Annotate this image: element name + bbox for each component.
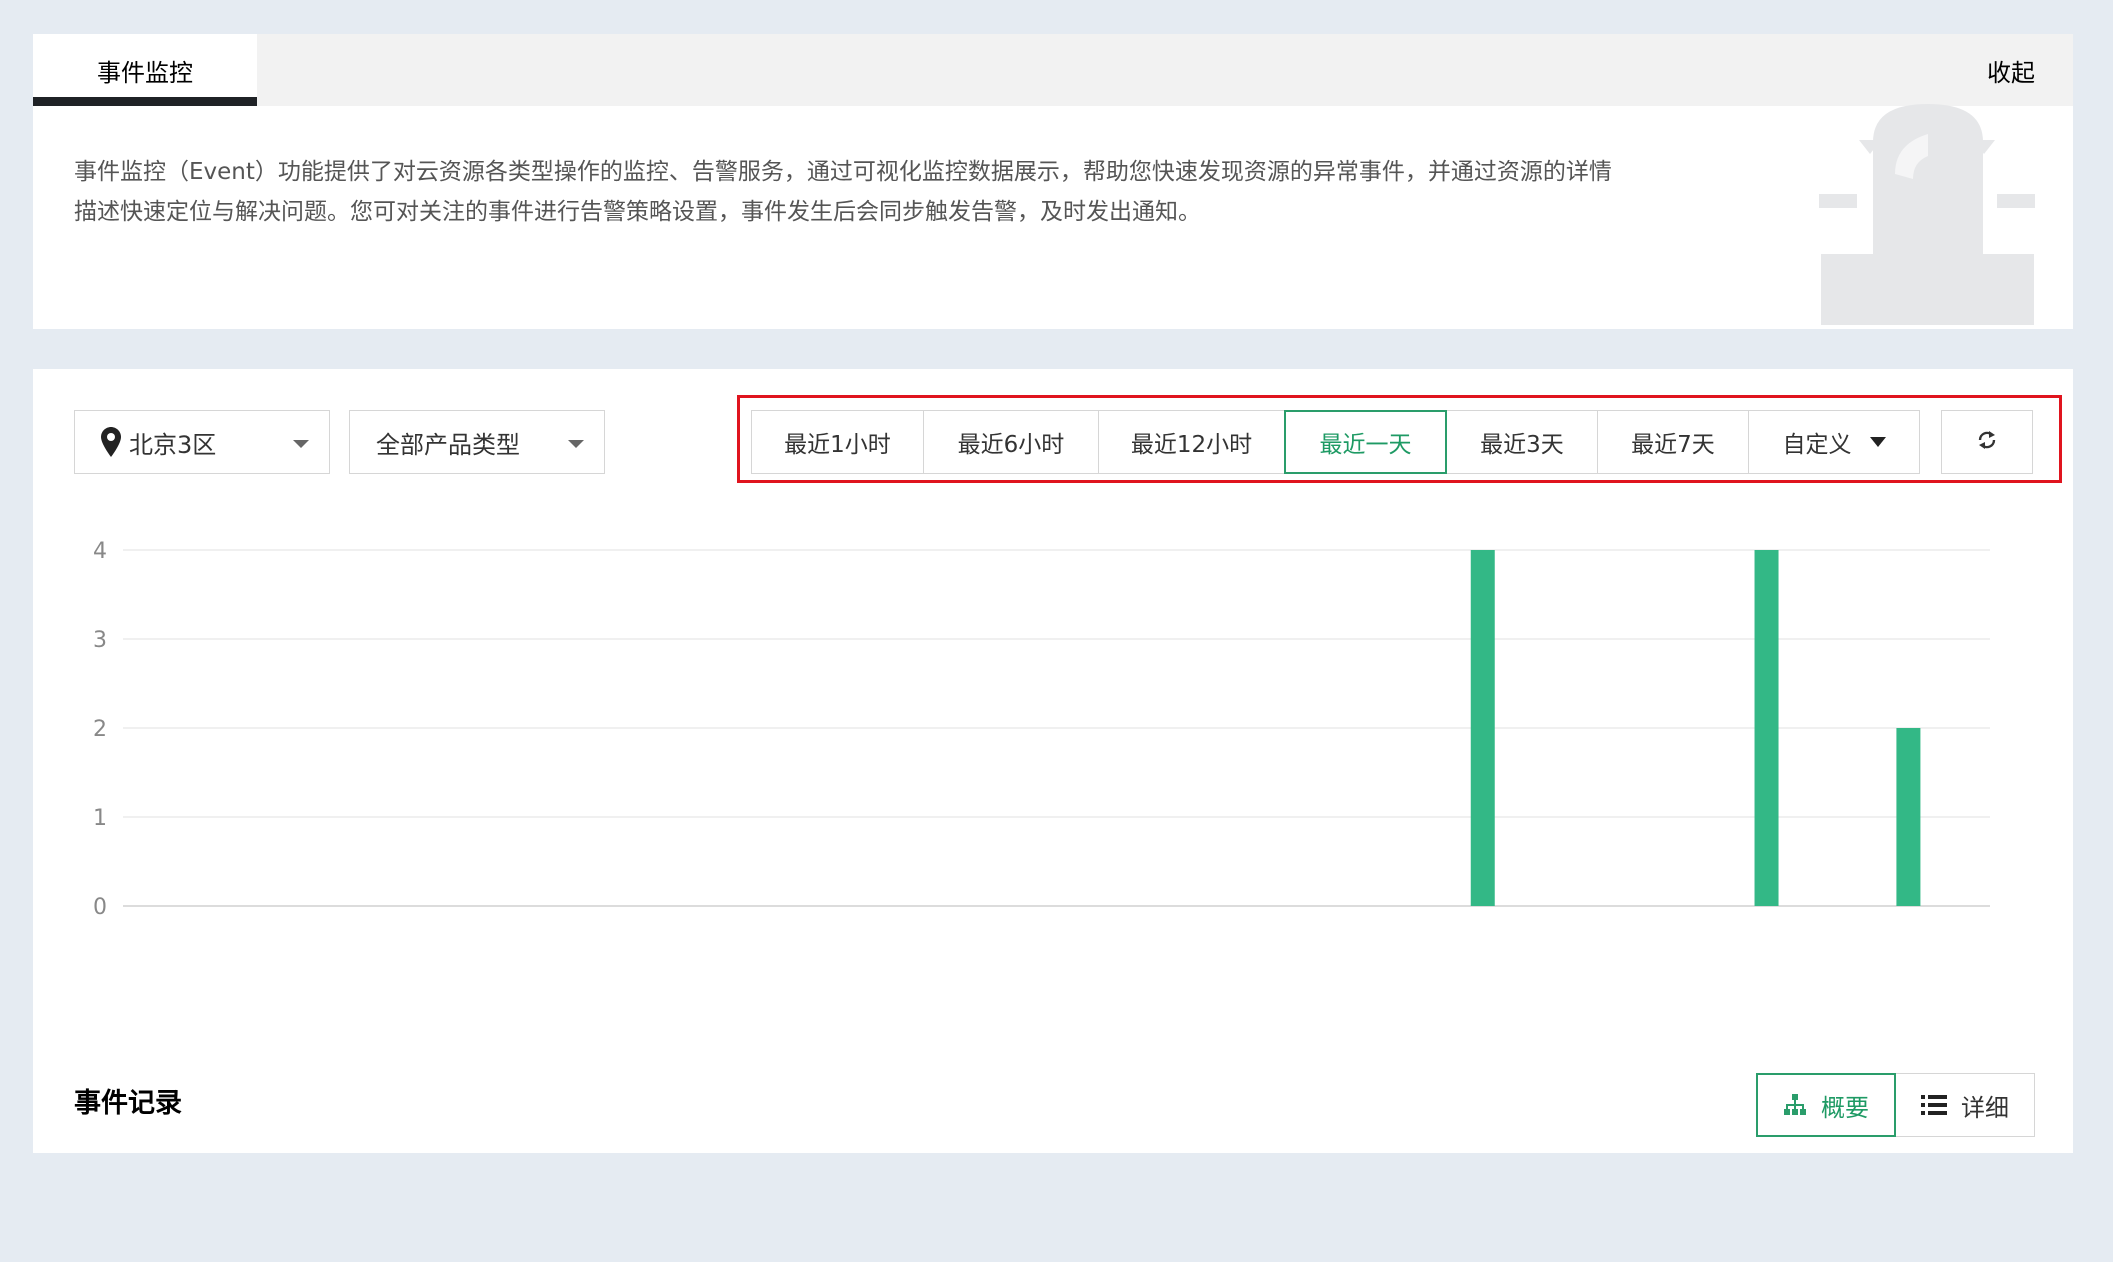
range-1d-button[interactable]: 最近一天	[1284, 410, 1447, 474]
map-pin-icon	[101, 427, 121, 457]
description-line-2: 描述快速定位与解决问题。您可对关注的事件进行告警策略设置，事件发生后会同步触发告…	[74, 199, 1201, 225]
range-6h-button[interactable]: 最近6小时	[923, 410, 1099, 474]
chart-bar	[1470, 550, 1495, 906]
refresh-icon	[1976, 429, 1998, 455]
refresh-button[interactable]	[1941, 410, 2033, 474]
alarm-light-icon	[1783, 104, 2043, 333]
summary-view-button[interactable]: 概要	[1756, 1073, 1896, 1137]
sitemap-icon	[1783, 1094, 1807, 1116]
range-label: 最近6小时	[957, 432, 1065, 458]
range-7d-button[interactable]: 最近7天	[1597, 410, 1749, 474]
collapse-button[interactable]: 收起	[1987, 34, 2035, 106]
list-icon	[1921, 1095, 1947, 1115]
y-tick-label: 1	[93, 806, 107, 831]
tab-event-monitor[interactable]: 事件监控	[33, 34, 257, 106]
description-line-1: 事件监控（Event）功能提供了对云资源各类型操作的监控、告警服务，通过可视化监…	[74, 159, 1612, 185]
range-custom-dropdown[interactable]: 自定义	[1748, 410, 1920, 474]
detail-label: 详细	[1961, 1093, 2009, 1122]
chevron-down-icon	[293, 440, 309, 448]
intro-description: 事件监控（Event）功能提供了对云资源各类型操作的监控、告警服务，通过可视化监…	[74, 152, 1774, 232]
summary-label: 概要	[1821, 1093, 1869, 1122]
range-label: 自定义	[1782, 432, 1852, 458]
records-title: 事件记录	[74, 1088, 182, 1119]
range-label: 最近3天	[1480, 432, 1564, 458]
chart-bar	[1896, 728, 1921, 906]
chevron-down-icon	[568, 440, 584, 448]
range-1h-button[interactable]: 最近1小时	[751, 410, 924, 474]
intro-card: 事件监控 收起 事件监控（Event）功能提供了对云资源各类型操作的监控、告警服…	[33, 34, 2073, 329]
range-label: 最近1小时	[784, 432, 891, 458]
main-card: 北京3区 全部产品类型 最近1小时 最近6小时 最近12小时 最近一天 最近3天…	[33, 369, 2073, 1153]
time-range-group: 最近1小时 最近6小时 最近12小时 最近一天 最近3天 最近7天 自定义	[751, 410, 1920, 474]
range-label: 最近12小时	[1130, 432, 1253, 458]
detail-view-button[interactable]: 详细	[1895, 1073, 2035, 1137]
product-type-dropdown[interactable]: 全部产品类型	[349, 410, 605, 474]
intro-tabbar: 事件监控 收起	[33, 34, 2073, 106]
caret-down-icon	[1869, 437, 1886, 447]
tab-label: 事件监控	[97, 58, 193, 87]
region-dropdown[interactable]: 北京3区	[74, 410, 330, 474]
y-tick-label: 0	[93, 895, 107, 919]
chart-bar	[1754, 550, 1779, 906]
range-3d-button[interactable]: 最近3天	[1446, 410, 1598, 474]
range-12h-button[interactable]: 最近12小时	[1098, 410, 1285, 474]
range-label: 最近一天	[1319, 432, 1412, 458]
view-toggle: 概要 详细	[1756, 1073, 2035, 1137]
product-type-value: 全部产品类型	[376, 430, 520, 459]
event-chart: 0123412-0519:5012-0600:0012-0606:0012-06…	[33, 519, 2073, 973]
y-tick-label: 2	[93, 717, 107, 742]
range-label: 最近7天	[1631, 432, 1715, 458]
region-value: 北京3区	[129, 430, 217, 459]
y-tick-label: 3	[93, 628, 107, 653]
y-tick-label: 4	[93, 539, 107, 564]
